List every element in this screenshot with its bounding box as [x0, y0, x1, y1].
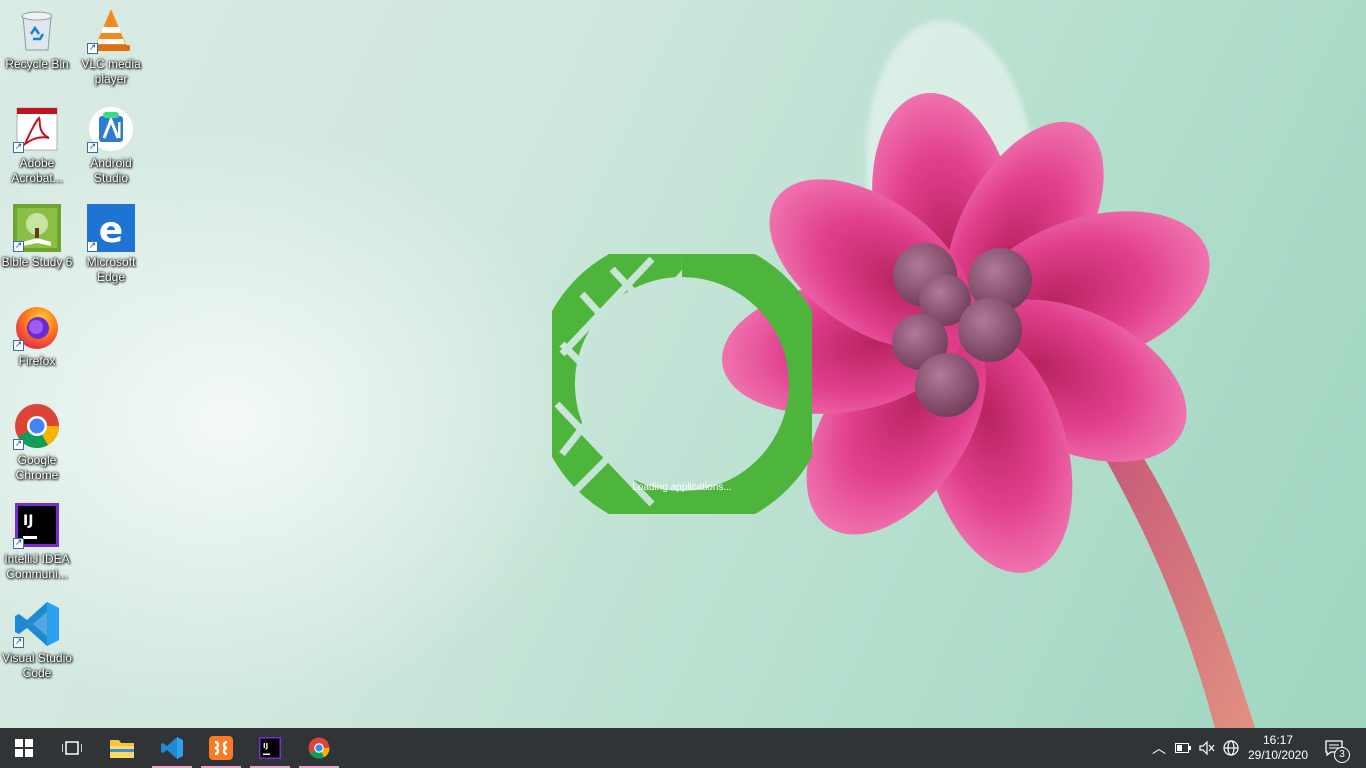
vscode-icon: [161, 737, 183, 759]
desktop-icon-label: Google Chrome: [15, 453, 59, 482]
show-hidden-icons-button[interactable]: ︿: [1148, 728, 1170, 768]
loading-splash: Loading applications...: [533, 235, 832, 533]
desktop-icon-recycle-bin[interactable]: Recycle Bin: [0, 6, 74, 72]
globe-icon: [1223, 740, 1239, 756]
desktop-icon-vscode[interactable]: ↗ Visual Studio Code: [0, 600, 74, 681]
desktop-icon-label: Adobe Acrobat...: [11, 156, 63, 185]
intellij-icon: IJ: [259, 737, 281, 759]
desktop-icon-bible-study[interactable]: ↗ Bible Study 6: [0, 204, 74, 270]
clock-date: 29/10/2020: [1247, 748, 1309, 762]
vscode-icon: ↗: [13, 600, 61, 648]
desktop-icon-google-chrome[interactable]: ↗ Google Chrome: [0, 402, 74, 483]
notification-count-badge: 3: [1334, 747, 1350, 763]
svg-text:IJ: IJ: [263, 742, 268, 750]
volume-button[interactable]: [1196, 728, 1218, 768]
shortcut-arrow-icon: ↗: [87, 241, 98, 252]
desktop-icon-label: Bible Study 6: [1, 255, 73, 269]
xampp-icon: [209, 736, 233, 760]
chrome-icon: ↗: [13, 402, 61, 450]
task-view-icon: [62, 741, 82, 755]
shortcut-arrow-icon: ↗: [13, 142, 24, 153]
desktop-icon-label: Recycle Bin: [5, 57, 69, 71]
vlc-icon: ↗: [87, 6, 135, 54]
desktop-icon-intellij[interactable]: IJ ↗ IntelliJ IDEA Communi...: [0, 501, 74, 582]
desktop: Recycle Bin ↗ VLC media player ↗ Adobe A…: [0, 0, 1366, 728]
taskbar-intellij[interactable]: IJ: [246, 728, 294, 768]
chrome-icon: [308, 737, 330, 759]
battery-icon: [1175, 743, 1191, 753]
clock-time: 16:17: [1262, 733, 1294, 747]
battery-button[interactable]: [1172, 728, 1194, 768]
chevron-up-icon: ︿: [1152, 741, 1166, 757]
shortcut-arrow-icon: ↗: [13, 538, 24, 549]
desktop-icon-android-studio[interactable]: ↗ Android Studio: [74, 105, 148, 186]
shortcut-arrow-icon: ↗: [87, 142, 98, 153]
taskbar: IJ ︿ 16:17 29/10/2020: [0, 728, 1366, 768]
recycle-bin-icon: [13, 6, 61, 54]
desktop-icon-label: VLC media player: [81, 57, 141, 86]
desktop-icon-label: Firefox: [18, 354, 56, 368]
file-explorer-icon: [110, 740, 134, 758]
desktop-icon-firefox[interactable]: ↗ Firefox: [0, 303, 74, 369]
loading-status-text: Loading applications...: [632, 482, 732, 493]
desktop-icon-vlc[interactable]: ↗ VLC media player: [74, 6, 148, 87]
taskbar-xampp[interactable]: [197, 728, 245, 768]
task-view-button[interactable]: [48, 728, 96, 768]
desktop-icon-label: Microsoft Edge: [86, 255, 136, 284]
volume-muted-icon: [1199, 741, 1215, 755]
start-button[interactable]: [0, 728, 48, 768]
desktop-icon-label: Visual Studio Code: [2, 651, 72, 680]
shortcut-arrow-icon: ↗: [13, 340, 24, 351]
clock[interactable]: 16:17 29/10/2020: [1244, 728, 1312, 768]
shortcut-arrow-icon: ↗: [13, 439, 24, 450]
loading-ring: [533, 235, 832, 533]
windows-start-icon: [15, 739, 33, 757]
edge-icon: e ↗: [87, 204, 135, 252]
desktop-icon-adobe-acrobat[interactable]: ↗ Adobe Acrobat...: [0, 105, 74, 186]
bible-study-icon: ↗: [13, 204, 61, 252]
network-button[interactable]: [1220, 728, 1242, 768]
taskbar-vscode[interactable]: [148, 728, 196, 768]
android-studio-icon: ↗: [87, 105, 135, 153]
shortcut-arrow-icon: ↗: [13, 241, 24, 252]
svg-text:IJ: IJ: [23, 513, 33, 529]
desktop-icon-label: IntelliJ IDEA Communi...: [4, 552, 70, 581]
taskbar-file-explorer[interactable]: [98, 728, 146, 768]
shortcut-arrow-icon: ↗: [13, 637, 24, 648]
desktop-icon-label: Android Studio: [90, 156, 132, 185]
desktop-icon-microsoft-edge[interactable]: e ↗ Microsoft Edge: [74, 204, 148, 285]
shortcut-arrow-icon: ↗: [87, 43, 98, 54]
svg-text:e: e: [99, 210, 123, 251]
intellij-icon: IJ ↗: [13, 501, 61, 549]
firefox-icon: ↗: [13, 303, 61, 351]
adobe-acrobat-icon: ↗: [13, 105, 61, 153]
taskbar-chrome[interactable]: [295, 728, 343, 768]
